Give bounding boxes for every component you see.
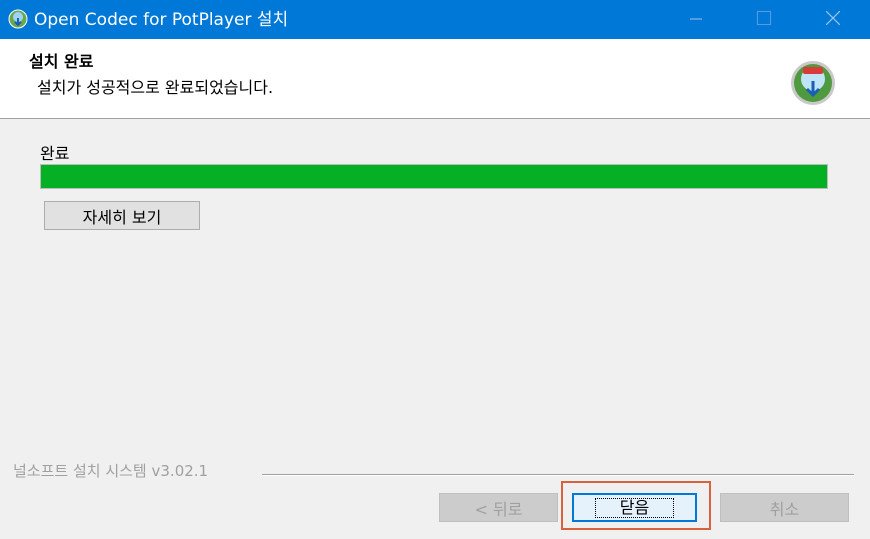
close-button-label: 닫음: [594, 497, 675, 518]
progress-bar: [40, 164, 828, 189]
progress-fill: [41, 165, 827, 188]
footer-divider: [262, 474, 854, 476]
back-button[interactable]: < 뒤로: [439, 493, 558, 522]
window-title: Open Codec for PotPlayer 설치: [34, 10, 289, 30]
close-icon: [825, 10, 841, 29]
minimize-button[interactable]: [667, 0, 725, 39]
page-title: 설치 완료: [29, 52, 94, 71]
cancel-button[interactable]: 취소: [720, 493, 849, 522]
maximize-icon: [757, 10, 771, 29]
header-panel: 설치 완료 설치가 성공적으로 완료되었습니다.: [0, 39, 870, 119]
status-label: 완료: [40, 144, 70, 163]
installer-brand-label: 널소프트 설치 시스템 v3.02.1: [13, 462, 209, 480]
show-details-button[interactable]: 자세히 보기: [44, 201, 200, 230]
close-button[interactable]: 닫음: [572, 493, 697, 522]
app-icon: [8, 9, 28, 29]
maximize-button[interactable]: [735, 0, 793, 39]
installer-logo-icon: [789, 59, 837, 107]
page-subtitle: 설치가 성공적으로 완료되었습니다.: [37, 78, 274, 97]
close-window-button[interactable]: [804, 0, 862, 39]
title-bar[interactable]: Open Codec for PotPlayer 설치: [0, 0, 870, 39]
minimize-icon: [690, 10, 702, 29]
